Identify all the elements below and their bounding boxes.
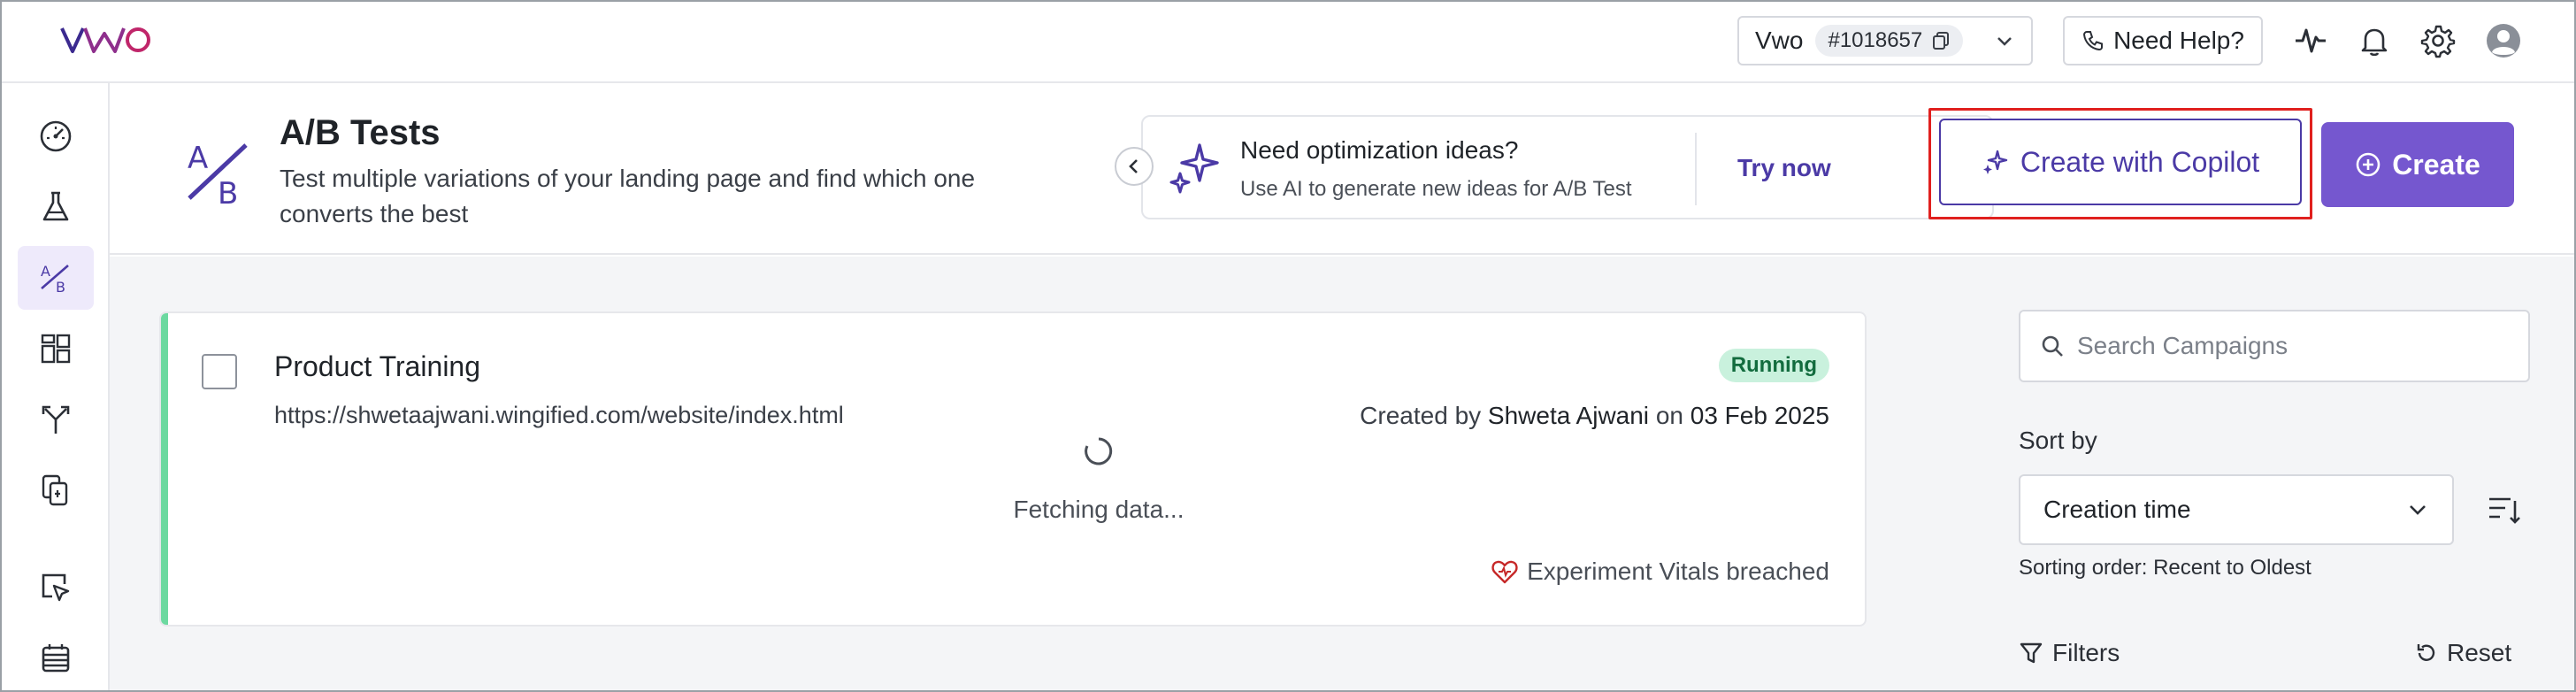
campaign-url: https://shwetaajwani.wingified.com/websi… (274, 402, 844, 428)
cursor-area-icon (42, 573, 70, 602)
experiment-vitals-status[interactable]: Experiment Vitals breached (1491, 557, 1829, 586)
status-badge: Running (1718, 349, 1829, 382)
copilot-sparkle-icon (1982, 150, 2008, 174)
created-date: 03 Feb 2025 (1690, 402, 1829, 429)
account-id-badge: #1018657 (1815, 25, 1964, 57)
top-bar: Vwo #1018657 Need Help? (2, 2, 2574, 83)
svg-text:A: A (41, 263, 50, 280)
account-switcher[interactable]: Vwo #1018657 (1737, 16, 2033, 65)
sidebar-item-heatmaps[interactable] (18, 556, 94, 619)
page-subtitle: Test multiple variations of your landing… (280, 165, 976, 227)
filters-label: Filters (2052, 639, 2120, 666)
search-input[interactable] (2077, 332, 2502, 360)
heart-pulse-icon (1491, 560, 1518, 584)
created-prefix: Created by (1360, 402, 1482, 429)
grid-icon (41, 334, 71, 364)
campaign-card[interactable]: Product Training https://shwetaajwani.wi… (159, 311, 1867, 627)
vitals-icon[interactable] (2293, 23, 2328, 58)
sorting-order-text: Sorting order: Recent to Oldest (2019, 556, 2312, 580)
split-url-icon (42, 405, 70, 434)
reset-label: Reset (2447, 639, 2512, 666)
loading-text: Fetching data... (1013, 496, 1184, 523)
created-info: Created by Shweta Ajwani on 03 Feb 2025 (1360, 402, 1829, 430)
main-content: Product Training https://shwetaajwani.wi… (110, 257, 2574, 690)
page-header: A B A/B Tests Test multiple variations o… (110, 83, 2574, 255)
svg-text:B: B (56, 279, 65, 296)
vitals-label: Experiment Vitals breached (1527, 557, 1829, 585)
copy-icon[interactable] (1931, 31, 1951, 50)
ab-test-icon: A B (41, 263, 69, 296)
sort-label: Sort by (2019, 427, 2097, 454)
create-with-copilot-button[interactable]: Create with Copilot (1939, 119, 2302, 205)
reset-button[interactable]: Reset (2415, 639, 2511, 667)
sidebar: A B (2, 83, 110, 690)
promo-description: Use AI to generate new ideas for A/B Tes… (1240, 177, 1632, 201)
need-help-button[interactable]: Need Help? (2063, 16, 2263, 65)
app-window: Vwo #1018657 Need Help? A B A B A/B Test… (0, 0, 2576, 692)
chevron-down-icon (1997, 37, 2012, 46)
calendar-icon (42, 644, 70, 673)
campaign-name[interactable]: Product Training (274, 350, 480, 383)
bell-icon[interactable] (2357, 23, 2392, 58)
account-id: #1018657 (1828, 28, 1923, 52)
promo-prev-button[interactable] (1115, 147, 1154, 186)
search-box[interactable] (2019, 310, 2530, 382)
page-title: A/B Tests (280, 113, 441, 152)
phone-icon (2083, 31, 2104, 51)
try-now-link[interactable]: Try now (1737, 154, 1831, 182)
sidebar-item-layouts[interactable] (18, 317, 94, 381)
loading-spinner-icon (1085, 437, 1113, 465)
chevron-left-icon (1129, 159, 1138, 173)
sort-direction-icon[interactable] (2484, 490, 2523, 529)
reset-icon (2417, 644, 2435, 661)
need-help-label: Need Help? (2113, 27, 2244, 54)
plus-circle-icon (2356, 152, 2380, 177)
promo-divider (1695, 133, 1697, 205)
sort-select[interactable]: Creation time (2019, 474, 2454, 545)
ai-sparkle-icon (1169, 143, 1219, 194)
created-on-word: on (1655, 402, 1683, 429)
promo-title: Need optimization ideas? (1240, 136, 1519, 164)
sidebar-item-dashboard[interactable] (18, 104, 94, 168)
campaign-checkbox[interactable] (202, 354, 237, 389)
ab-test-large-icon: A B (188, 141, 248, 207)
sidebar-item-calendar[interactable] (18, 627, 94, 690)
multi-page-icon (42, 474, 68, 506)
sidebar-item-split-url[interactable] (18, 388, 94, 451)
vwo-logo[interactable] (58, 21, 156, 60)
account-name: Vwo (1755, 27, 1804, 54)
status-accent-bar (161, 313, 168, 625)
svg-text:A: A (188, 141, 208, 176)
sidebar-item-ab-tests[interactable]: A B (18, 246, 94, 310)
filters-button[interactable]: Filters (2019, 639, 2120, 667)
flask-icon (42, 191, 69, 221)
svg-text:B: B (218, 176, 238, 207)
sidebar-item-multipage[interactable] (18, 458, 94, 522)
sort-value: Creation time (2043, 496, 2191, 523)
filter-icon (2020, 642, 2043, 664)
search-icon (2042, 335, 2063, 357)
gear-icon[interactable] (2420, 23, 2456, 58)
user-avatar-icon[interactable] (2486, 23, 2521, 58)
chevron-down-icon (2410, 505, 2426, 515)
sidebar-item-experiments[interactable] (18, 175, 94, 239)
create-button[interactable]: Create (2321, 122, 2514, 207)
created-by: Shweta Ajwani (1487, 402, 1650, 429)
create-label: Create (2392, 148, 2480, 181)
dashboard-gauge-icon (40, 120, 72, 152)
promo-banner: Need optimization ideas? Use AI to gener… (1141, 115, 1994, 219)
copilot-label: Create with Copilot (2020, 145, 2260, 178)
